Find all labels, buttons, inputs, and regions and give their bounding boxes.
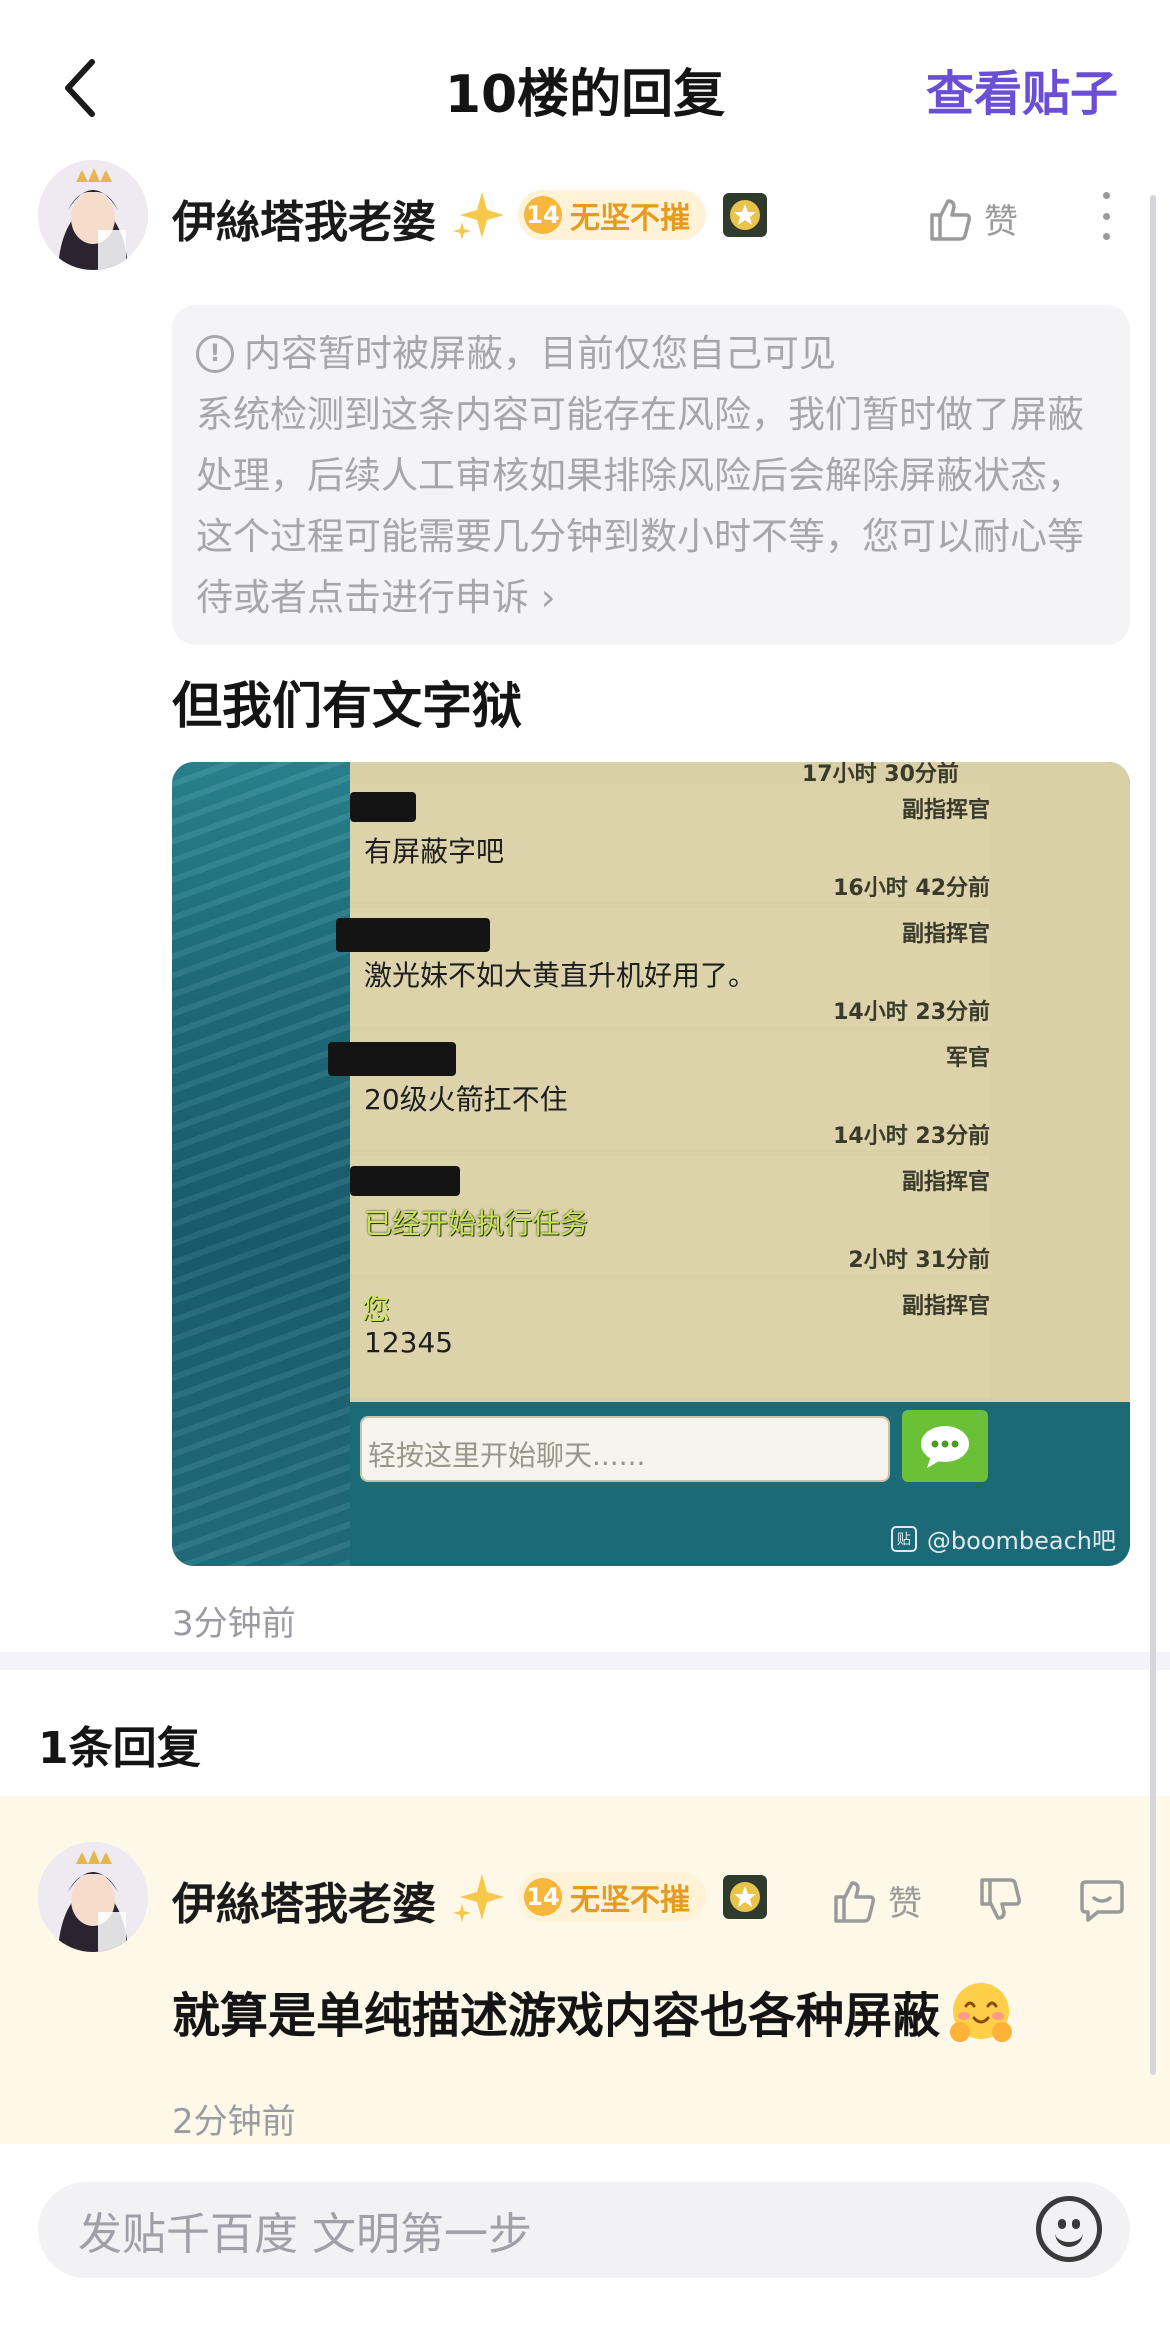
medal-icon xyxy=(723,1875,767,1919)
chat-message: 军官 20级火箭扛不住 14小时 23分前 xyxy=(328,1032,990,1150)
like-label: 赞 xyxy=(888,1884,922,1924)
chat-time: 14小时 23分前 xyxy=(833,1000,990,1025)
chat-input: 轻按这里开始聊天...... xyxy=(360,1416,890,1482)
thumbs-down-icon[interactable] xyxy=(976,1876,1024,1924)
chat-panel: 17小时 30分前 副指挥官 有屏蔽字吧 16小时 42分前 副指挥官 激光妹不… xyxy=(328,762,1130,1402)
username[interactable]: 伊絲塔我老婆 xyxy=(172,1868,436,1932)
chat-role: 副指挥官 xyxy=(901,1294,990,1319)
chat-sender: 您 xyxy=(362,1293,391,1326)
reply-content: 就算是单纯描述游戏内容也各种屏蔽 xyxy=(172,1976,1014,2046)
post-timestamp: 3分钟前 xyxy=(172,1604,296,1644)
chat-message: 副指挥官 有屏蔽字吧 16小时 42分前 xyxy=(350,784,990,902)
appeal-chevron-icon[interactable]: › xyxy=(541,576,556,619)
chat-role: 军官 xyxy=(945,1046,990,1071)
chat-body: 已经开始执行任务 xyxy=(364,1207,589,1240)
image-watermark: 贴 @boombeach吧 xyxy=(890,1521,1116,1556)
reply-item xyxy=(0,1796,1170,2144)
chat-send-icon xyxy=(902,1410,988,1482)
like-button[interactable]: 赞 xyxy=(926,194,1018,243)
post-image[interactable]: 17小时 30分前 副指挥官 有屏蔽字吧 16小时 42分前 副指挥官 激光妹不… xyxy=(172,762,1130,1566)
reply-count: 1条回复 xyxy=(38,1723,201,1774)
tieba-logo-icon: 贴 xyxy=(890,1525,917,1552)
chat-message: 副指挥官 已经开始执行任务 2小时 31分前 xyxy=(350,1156,990,1274)
reply-timestamp: 2分钟前 xyxy=(172,2102,296,2142)
section-divider xyxy=(0,1652,1170,1670)
chat-body: 有屏蔽字吧 xyxy=(364,835,505,868)
composer-bar: 发贴千百度 文明第一步 xyxy=(0,2144,1170,2351)
chat-time: 2小时 31分前 xyxy=(848,1248,990,1273)
chat-role: 副指挥官 xyxy=(901,1170,990,1195)
level-number: 14 xyxy=(524,1878,562,1916)
chat-role: 副指挥官 xyxy=(901,922,990,947)
blocked-notice[interactable]: ! 内容暂时被屏蔽，目前仅您自己可见 系统检测到这条内容可能存在风险，我们暂时做… xyxy=(172,305,1130,645)
level-badge: 14 无坚不摧 xyxy=(518,190,706,240)
view-post-link[interactable]: 查看贴子 xyxy=(926,54,1118,124)
medal-icon xyxy=(723,193,767,237)
notice-body: 系统检测到这条内容可能存在风险，我们暂时做了屏蔽处理，后续人工审核如果排除风险后… xyxy=(196,393,1084,619)
reply-input-placeholder: 发贴千百度 文明第一步 xyxy=(78,2209,532,2260)
like-button[interactable]: 赞 xyxy=(830,1876,922,1925)
post-content: 但我们有文字狱 xyxy=(172,677,522,735)
like-label: 赞 xyxy=(984,202,1018,242)
level-number: 14 xyxy=(524,196,562,234)
avatar-image xyxy=(38,160,148,270)
sparkle-icon xyxy=(453,1874,504,1922)
thumbs-up-icon xyxy=(834,1880,875,1923)
redaction xyxy=(336,918,490,952)
chat-message: 您 副指挥官 12345 xyxy=(350,1280,990,1398)
more-options-icon[interactable] xyxy=(1086,186,1126,246)
badge-title: 无坚不摧 xyxy=(570,1883,690,1918)
notice-title: 内容暂时被屏蔽，目前仅您自己可见 xyxy=(244,332,836,375)
chat-time: 14小时 23分前 xyxy=(833,1124,990,1149)
badge-title: 无坚不摧 xyxy=(570,201,690,236)
top-bar: 10楼的回复 查看贴子 xyxy=(0,0,1170,170)
comment-icon[interactable] xyxy=(1078,1876,1126,1924)
chat-time: 16小时 42分前 xyxy=(833,876,990,901)
avatar[interactable] xyxy=(38,1842,148,1952)
chat-body: 20级火箭扛不住 xyxy=(364,1083,568,1116)
sea-background xyxy=(172,762,350,1566)
chat-body: 12345 xyxy=(364,1326,454,1359)
smiley-icon[interactable] xyxy=(1036,2196,1102,2262)
redaction xyxy=(350,1166,460,1196)
sparkle-icon xyxy=(453,192,504,240)
scrollbar[interactable] xyxy=(1150,195,1156,2075)
chat-message: 副指挥官 激光妹不如大黄直升机好用了。 14小时 23分前 xyxy=(336,908,990,1026)
reply-input[interactable]: 发贴千百度 文明第一步 xyxy=(38,2182,1130,2278)
avatar-image xyxy=(38,1842,148,1952)
chat-body: 激光妹不如大黄直升机好用了。 xyxy=(364,959,757,992)
username[interactable]: 伊絲塔我老婆 xyxy=(172,186,436,250)
blushing-smile-emoji-icon xyxy=(950,1983,1013,2042)
chat-role: 副指挥官 xyxy=(901,798,990,823)
level-badge: 14 无坚不摧 xyxy=(518,1872,706,1922)
info-icon: ! xyxy=(196,334,234,373)
reply-text: 就算是单纯描述游戏内容也各种屏蔽 xyxy=(172,1988,941,2044)
avatar[interactable] xyxy=(38,160,148,270)
thumbs-up-icon xyxy=(930,198,971,241)
watermark-text: @boombeach吧 xyxy=(926,1527,1116,1555)
redaction xyxy=(350,792,416,822)
redaction xyxy=(328,1042,456,1076)
